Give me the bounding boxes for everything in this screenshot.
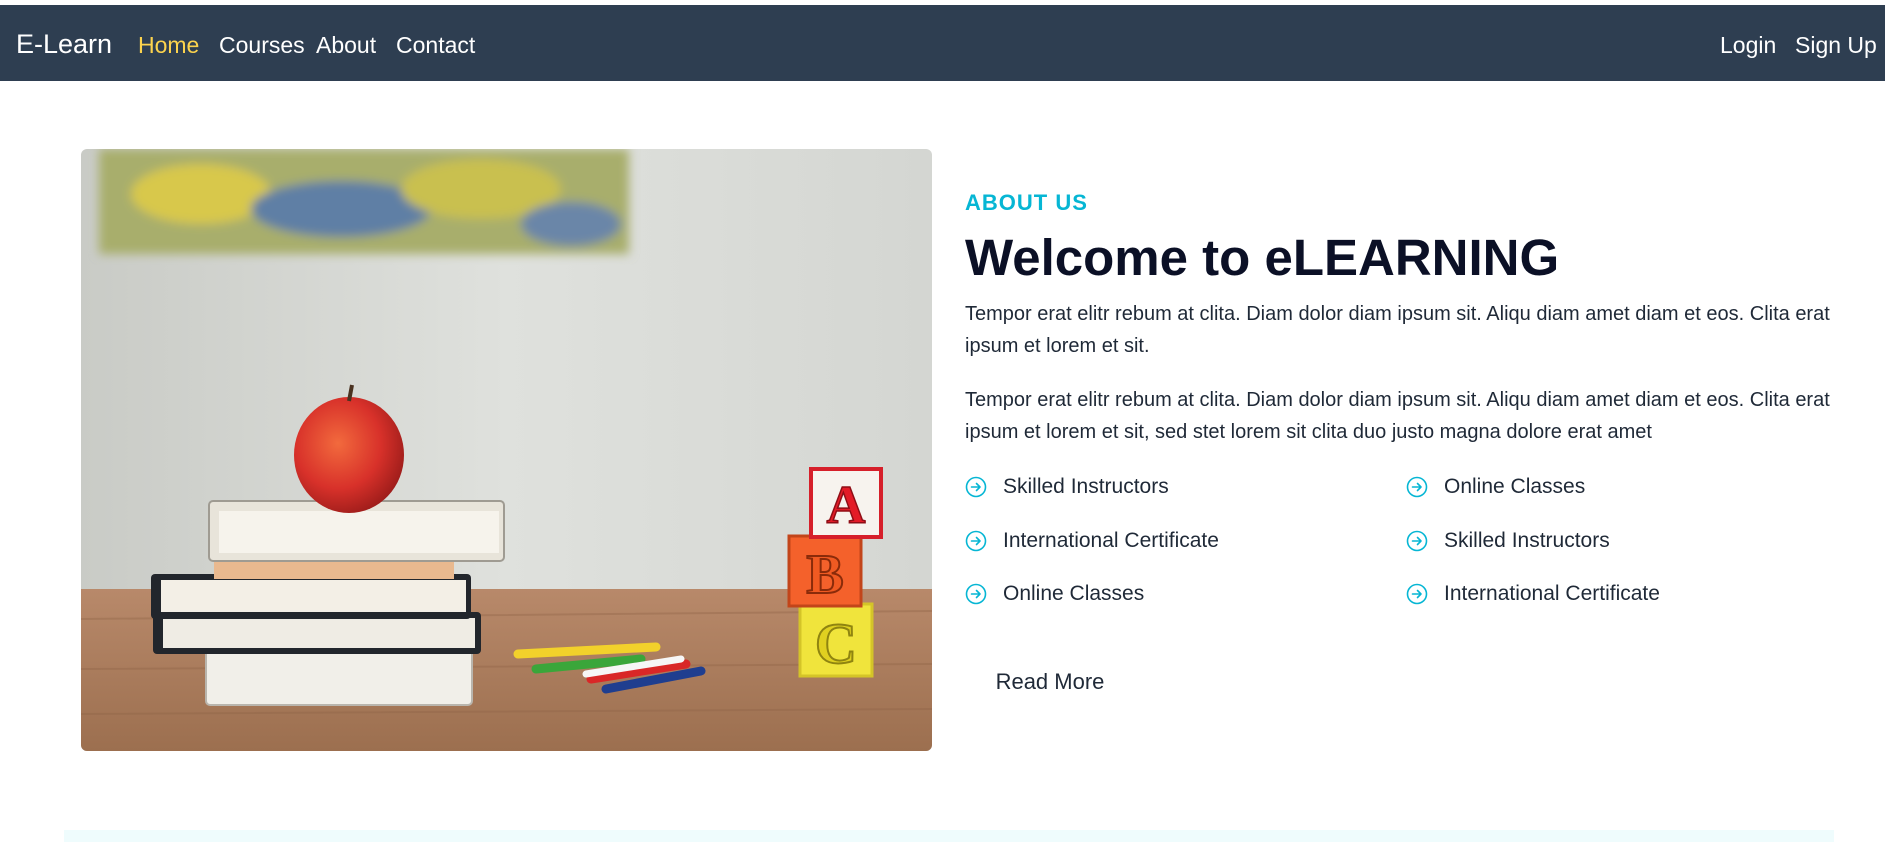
svg-text:C: C (815, 611, 857, 676)
about-paragraph-1: Tempor erat elitr rebum at clita. Diam d… (965, 303, 1830, 357)
feature-label: Skilled Instructors (1003, 475, 1169, 498)
arrow-circle-right-icon (965, 476, 987, 498)
arrow-circle-right-icon (1406, 530, 1428, 552)
login-link[interactable]: Login (1720, 32, 1776, 59)
read-more-button[interactable]: Read More (970, 660, 1130, 704)
signup-link[interactable]: Sign Up (1795, 32, 1877, 59)
nav-link-home[interactable]: Home (138, 32, 199, 59)
arrow-circle-right-icon (1406, 583, 1428, 605)
about-image: C B A (81, 149, 932, 751)
feature-item: International Certificate (965, 527, 1219, 555)
feature-label: International Certificate (1003, 529, 1219, 552)
navbar: E-Learn Home Courses About Contact Login… (0, 5, 1899, 81)
arrow-circle-right-icon (1406, 476, 1428, 498)
about-paragraph-2: Tempor erat elitr rebum at clita. Diam d… (965, 389, 1830, 443)
feature-item: Online Classes (965, 580, 1144, 608)
feature-item: Online Classes (1406, 473, 1585, 501)
feature-label: Online Classes (1444, 475, 1586, 498)
feature-item: International Certificate (1406, 580, 1660, 608)
arrow-circle-right-icon (965, 583, 987, 605)
feature-label: Skilled Instructors (1444, 529, 1610, 552)
brand-logo[interactable]: E-Learn (16, 29, 112, 60)
svg-text:A: A (827, 475, 866, 535)
svg-text:B: B (806, 544, 843, 606)
nav-link-contact[interactable]: Contact (396, 32, 475, 59)
page-title: Welcome to eLEARNING (965, 229, 1560, 286)
feature-label: International Certificate (1444, 582, 1660, 605)
next-section-band (64, 830, 1834, 842)
feature-label: Online Classes (1003, 582, 1145, 605)
page-scrollbar[interactable] (1885, 0, 1899, 842)
feature-item: Skilled Instructors (965, 473, 1169, 501)
nav-link-about[interactable]: About (316, 32, 376, 59)
section-eyebrow: ABOUT US (965, 190, 1088, 215)
feature-item: Skilled Instructors (1406, 527, 1610, 555)
nav-link-courses[interactable]: Courses (219, 32, 305, 59)
arrow-circle-right-icon (965, 530, 987, 552)
